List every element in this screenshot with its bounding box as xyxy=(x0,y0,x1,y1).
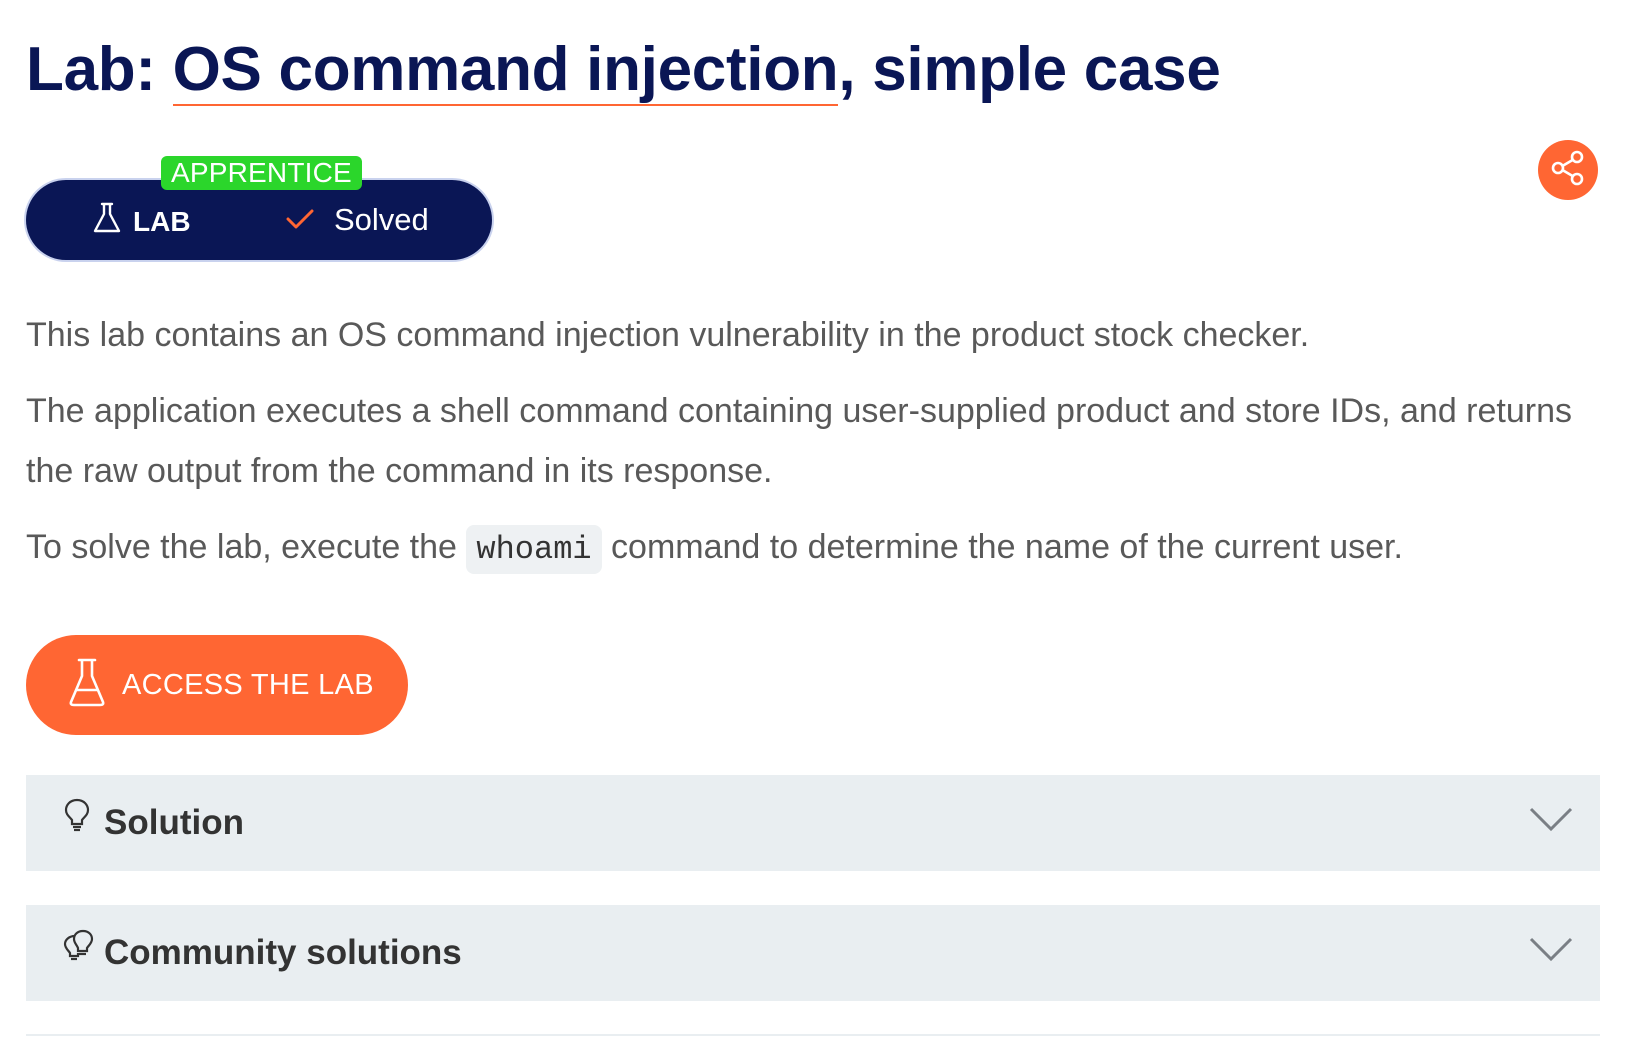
chevron-down-icon xyxy=(1528,805,1574,838)
page-title: Lab: OS command injection, simple case xyxy=(26,34,1221,106)
lab-badge: APPRENTICE LAB Solved xyxy=(26,150,496,260)
lab-status-pill: LAB Solved xyxy=(26,180,492,260)
command-code: whoami xyxy=(466,525,602,574)
flask-icon xyxy=(68,658,106,713)
lab-status-label: Solved xyxy=(334,202,429,237)
title-prefix: Lab: xyxy=(26,35,173,104)
community-solutions-label: Community solutions xyxy=(104,933,462,972)
chevron-down-icon xyxy=(1528,935,1574,968)
access-lab-label: ACCESS THE LAB xyxy=(122,668,374,701)
solution-accordion[interactable]: Solution xyxy=(26,775,1600,871)
lab-description: This lab contains an OS command injectio… xyxy=(26,305,1596,596)
topic-link[interactable]: OS command injection xyxy=(172,35,839,106)
divider xyxy=(26,1034,1600,1036)
title-suffix: , simple case xyxy=(838,35,1221,104)
double-lightbulb-icon xyxy=(62,927,98,968)
access-lab-button[interactable]: ACCESS THE LAB xyxy=(26,635,408,735)
checkmark-icon xyxy=(286,202,314,238)
community-solutions-accordion[interactable]: Community solutions xyxy=(26,905,1600,1001)
lab-status: Solved xyxy=(286,202,429,238)
level-tag: APPRENTICE xyxy=(161,156,362,190)
description-text: To solve the lab, execute the xyxy=(26,528,467,566)
lab-type: LAB xyxy=(93,202,191,241)
flask-icon xyxy=(93,202,121,241)
description-paragraph: To solve the lab, execute the whoami com… xyxy=(26,517,1596,580)
lab-type-label: LAB xyxy=(133,205,191,237)
description-text: command to determine the name of the cur… xyxy=(601,528,1403,566)
lightbulb-icon xyxy=(62,797,92,838)
description-paragraph: The application executes a shell command… xyxy=(26,392,1572,490)
description-paragraph: This lab contains an OS command injectio… xyxy=(26,316,1310,354)
share-icon xyxy=(1548,148,1588,193)
share-button[interactable] xyxy=(1538,140,1598,200)
solution-label: Solution xyxy=(104,803,244,842)
